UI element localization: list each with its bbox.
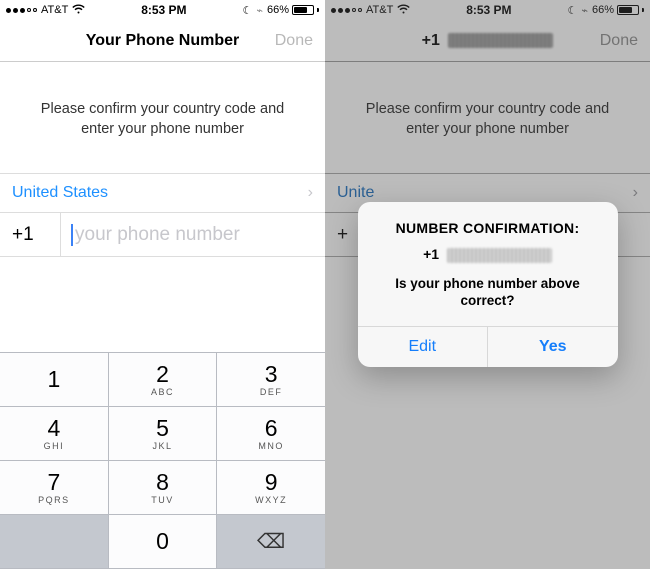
alert-title: NUMBER CONFIRMATION: [374,220,602,236]
carrier-label: AT&T [41,4,68,16]
phone-input-row[interactable]: +1 your phone number [0,213,325,257]
alert-dial-code: +1 [423,246,439,262]
page-title: Your Phone Number [12,32,313,50]
dial-code: +1 [12,224,50,246]
key-8[interactable]: 8TUV [109,461,218,515]
key-3[interactable]: 3DEF [217,353,325,407]
key-4[interactable]: 4GHI [0,407,109,461]
clock: 8:53 PM [85,3,242,17]
status-bar: AT&T 8:53 PM ☾ ⌁ 66% [0,0,325,20]
signal-dots-icon [6,8,37,13]
phone-placeholder: your phone number [75,224,240,246]
confirmation-alert: NUMBER CONFIRMATION: +1 Is your phone nu… [358,202,618,367]
country-name: United States [12,184,108,202]
alert-number: +1 [374,246,602,263]
key-backspace[interactable]: ⌫ [217,515,325,569]
numeric-keypad: 1 2ABC 3DEF 4GHI 5JKL 6MNO 7PQRS 8TUV 9W… [0,352,325,569]
bluetooth-icon: ⌁ [256,4,263,17]
backspace-icon: ⌫ [257,529,285,554]
key-7[interactable]: 7PQRS [0,461,109,515]
key-5[interactable]: 5JKL [109,407,218,461]
battery-indicator: 66% [267,4,319,16]
done-button[interactable]: Done [275,32,313,50]
key-6[interactable]: 6MNO [217,407,325,461]
battery-pct: 66% [267,4,289,16]
redacted-number-icon [447,248,552,263]
country-selector[interactable]: United States › [0,173,325,213]
alert-message: Is your phone number above correct? [374,275,602,310]
alert-container: NUMBER CONFIRMATION: +1 Is your phone nu… [325,0,650,569]
yes-button[interactable]: Yes [488,327,618,367]
divider [60,213,61,256]
instruction-text: Please confirm your country code and ent… [0,62,325,173]
chevron-right-icon: › [308,184,313,202]
key-2[interactable]: 2ABC [109,353,218,407]
moon-icon: ☾ [242,4,252,17]
key-9[interactable]: 9WXYZ [217,461,325,515]
key-1[interactable]: 1 [0,353,109,407]
text-cursor [71,224,73,246]
wifi-icon [72,4,85,17]
screen-confirmation: AT&T 8:53 PM ☾ ⌁ 66% +1 Done Please conf… [325,0,650,569]
edit-button[interactable]: Edit [358,327,489,367]
nav-bar: Your Phone Number Done [0,20,325,62]
key-0[interactable]: 0 [109,515,218,569]
screen-enter-number: AT&T 8:53 PM ☾ ⌁ 66% Your Phone Number D… [0,0,325,569]
key-blank [0,515,109,569]
